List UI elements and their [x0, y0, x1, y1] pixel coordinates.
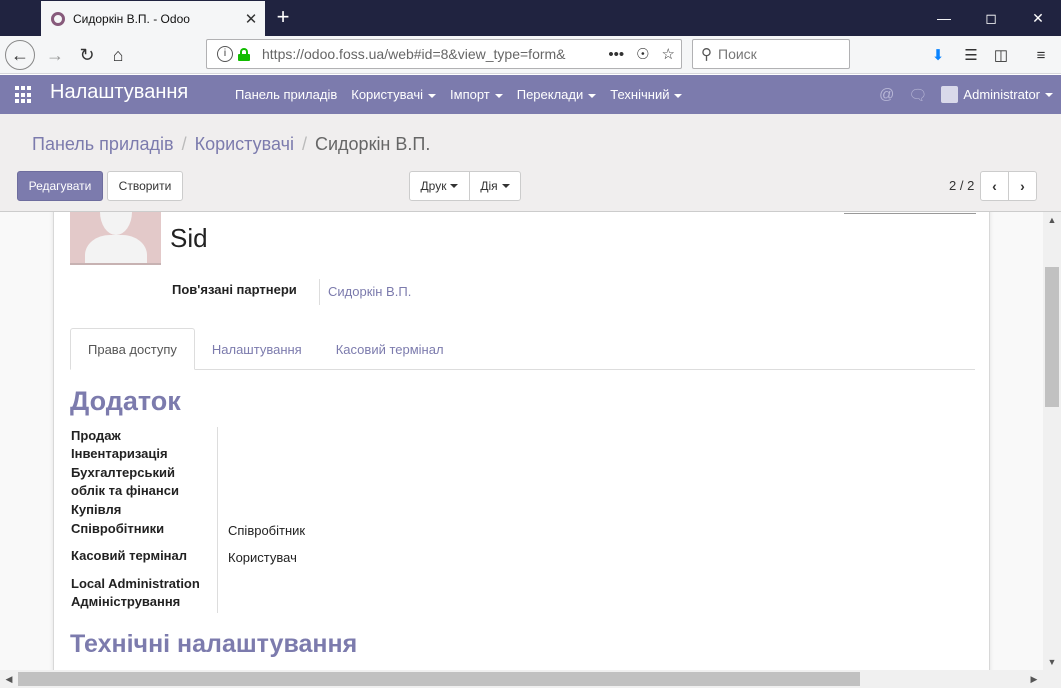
back-icon[interactable]: ←	[5, 40, 35, 70]
info-icon[interactable]: i	[217, 46, 233, 62]
control-panel: Панель приладів / Користувачі / Сидоркін…	[0, 114, 1061, 212]
form-content: Sid Пов'язані партнери Сидоркін В.П. Пра…	[0, 212, 1043, 670]
edit-button[interactable]: Редагувати	[17, 171, 103, 201]
user-login: Sid	[170, 223, 208, 253]
pager-previous-icon[interactable]: ‹	[980, 171, 1009, 201]
browser-navbar: ← → ↻ ⌂ i https://odoo.foss.ua/web#id=8&…	[0, 36, 1061, 74]
field-underline	[844, 213, 976, 214]
perm-label-accounting: Бухгалтерський облік та фінанси	[71, 465, 179, 498]
odoo-top-bar: Налаштування Панель приладів Користувачі…	[0, 75, 1061, 114]
maximize-window-icon[interactable]: ◻	[968, 0, 1014, 36]
menu-item-dashboard[interactable]: Панель приладів	[228, 87, 344, 102]
scrollbar-corner	[1043, 670, 1061, 688]
browser-tab-title: Сидоркін В.П. - Odoo	[73, 11, 190, 26]
chevron-down-icon	[1045, 92, 1053, 97]
perm-label-local-admin: Local Administration Адміністрування	[71, 576, 200, 609]
user-menu[interactable]: Administrator	[941, 86, 1053, 103]
search-icon: ⚲	[701, 46, 712, 63]
star-icon[interactable]: ☆	[662, 45, 675, 63]
search-placeholder: Поиск	[718, 46, 757, 62]
related-partner-label: Пов'язані партнери	[172, 282, 297, 297]
perm-label-sales: Продаж	[71, 428, 121, 443]
action-label: Дія	[480, 179, 498, 193]
menu-item-users[interactable]: Користувачі	[344, 87, 443, 102]
scroll-left-icon[interactable]: ◀	[0, 670, 18, 688]
url-input[interactable]: https://odoo.foss.ua/web#id=8&view_type=…	[262, 46, 608, 62]
home-icon[interactable]: ⌂	[103, 40, 133, 70]
chevron-down-icon	[588, 93, 597, 98]
permissions-labels: Продаж Інвентаризація Бухгалтерський обл…	[70, 427, 218, 613]
avatar	[941, 86, 959, 103]
scroll-up-icon[interactable]: ▲	[1043, 212, 1061, 228]
menu-icon[interactable]: ≡	[1028, 42, 1054, 68]
url-bar[interactable]: i https://odoo.foss.ua/web#id=8&view_typ…	[206, 39, 682, 69]
print-dropdown[interactable]: Друк	[409, 171, 470, 201]
minimize-window-icon[interactable]: —	[921, 0, 967, 36]
perm-label-employees: Співробітники	[71, 521, 165, 536]
action-dropdown[interactable]: Дія	[469, 171, 521, 201]
breadcrumb-dashboard[interactable]: Панель приладів	[32, 134, 174, 155]
library-icon[interactable]: ☰	[958, 42, 984, 68]
sidebar-icon[interactable]: ◫	[988, 42, 1014, 68]
perm-label-inventory: Інвентаризація	[71, 446, 168, 461]
chevron-down-icon	[494, 93, 503, 98]
tab-close-icon[interactable]: ✕	[237, 10, 265, 28]
breadcrumb-users[interactable]: Користувачі	[195, 134, 294, 155]
pager-value: 2 / 2	[949, 178, 975, 193]
user-name: Administrator	[963, 87, 1040, 102]
breadcrumb-separator: /	[301, 134, 307, 154]
section-title-application: Додаток	[70, 386, 181, 416]
create-button[interactable]: Створити	[107, 171, 183, 201]
browser-tab[interactable]: Сидоркін В.П. - Odoo ✕	[41, 1, 265, 36]
menu-item-translations[interactable]: Переклади	[510, 87, 604, 102]
more-icon[interactable]: •••	[608, 46, 624, 63]
odoo-favicon-icon	[51, 11, 65, 26]
tab-access-rights[interactable]: Права доступу	[70, 328, 195, 370]
menu-item-technical[interactable]: Технічний	[603, 87, 689, 102]
breadcrumb-current: Сидоркін В.П.	[314, 134, 431, 154]
chevron-down-icon	[428, 93, 437, 98]
lock-icon	[238, 47, 250, 61]
breadcrumb: Панель приладів / Користувачі / Сидоркін…	[32, 134, 430, 155]
download-icon[interactable]: ⬇	[925, 42, 951, 68]
browser-tab-strip: Сидоркін В.П. - Odoo ✕ + — ◻ ✕	[0, 0, 1061, 36]
related-partner-link[interactable]: Сидоркін В.П.	[328, 284, 411, 299]
menu-item-import[interactable]: Імпорт	[443, 87, 510, 102]
chevron-down-icon	[674, 93, 683, 98]
tab-preferences[interactable]: Налаштування	[195, 328, 319, 370]
section-title-technical: Технічні налаштування	[70, 630, 358, 658]
breadcrumb-separator: /	[181, 134, 187, 154]
pocket-icon[interactable]: ☉	[636, 45, 649, 63]
pager-next-icon[interactable]: ›	[1008, 171, 1037, 201]
form-sheet: Sid Пов'язані партнери Сидоркін В.П. Пра…	[53, 212, 990, 670]
perm-label-pos: Касовий термінал	[71, 548, 188, 563]
horizontal-scroll-thumb[interactable]	[18, 672, 860, 686]
perm-label-purchase: Купівля	[71, 502, 122, 517]
mention-icon[interactable]: @	[879, 86, 894, 103]
scroll-right-icon[interactable]: ▶	[1025, 670, 1043, 688]
form-tabs: Права доступу Налаштування Касовий термі…	[70, 328, 975, 370]
tab-pos[interactable]: Касовий термінал	[319, 328, 461, 370]
perm-value-pos[interactable]: Користувач	[228, 550, 297, 565]
forward-icon[interactable]: →	[40, 40, 70, 70]
chevron-down-icon	[450, 184, 459, 188]
vertical-scrollbar[interactable]: ▲ ▼	[1043, 212, 1061, 670]
perm-value-employees[interactable]: Співробітник	[228, 523, 305, 538]
main-menu: Панель приладів Користувачі Імпорт Перек…	[228, 75, 689, 114]
app-title: Налаштування	[50, 81, 189, 103]
chat-icon[interactable]: 🗨	[908, 86, 927, 104]
scroll-down-icon[interactable]: ▼	[1043, 654, 1061, 670]
close-window-icon[interactable]: ✕	[1015, 0, 1061, 36]
apps-grid-icon[interactable]	[15, 86, 33, 104]
reload-icon[interactable]: ↻	[72, 40, 102, 70]
chevron-down-icon	[501, 184, 510, 188]
user-photo[interactable]	[70, 212, 161, 265]
horizontal-scrollbar[interactable]: ◀ ▶	[0, 670, 1043, 688]
print-label: Друк	[420, 179, 447, 193]
browser-search-input[interactable]: ⚲ Поиск	[692, 39, 850, 69]
new-tab-button[interactable]: +	[272, 4, 294, 30]
vertical-scroll-thumb[interactable]	[1045, 267, 1059, 407]
field-separator	[319, 279, 320, 305]
